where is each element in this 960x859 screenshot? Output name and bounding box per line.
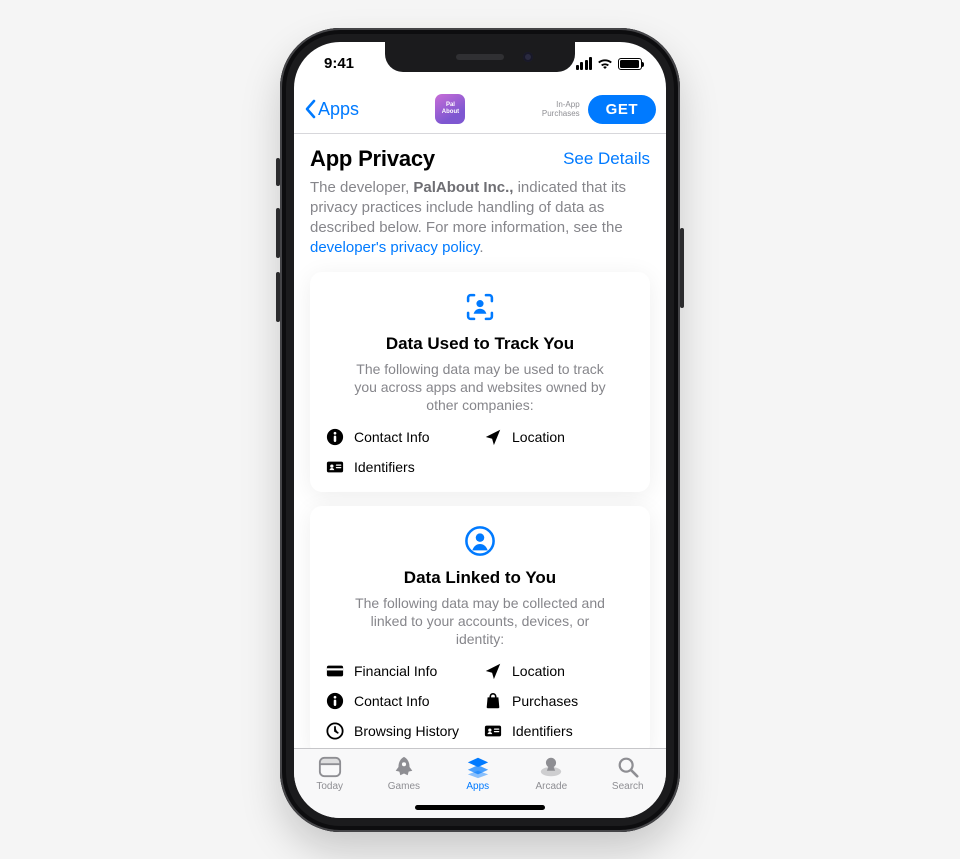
page-title: App Privacy <box>310 146 435 172</box>
data-item-financial-info: Financial Info <box>326 662 476 680</box>
id-card-icon <box>484 722 502 740</box>
track-you-icon <box>326 290 634 324</box>
volume-up-button[interactable] <box>276 208 280 258</box>
tab-bar: Today Games Apps <box>294 748 666 818</box>
mute-switch[interactable] <box>276 158 280 186</box>
tab-arcade[interactable]: Arcade <box>535 755 567 792</box>
back-label: Apps <box>318 99 359 120</box>
card-data-used-to-track-you: Data Used to Track You The following dat… <box>310 272 650 492</box>
app-icon[interactable]: Pal About <box>435 94 465 124</box>
shopping-bag-icon <box>484 692 502 710</box>
privacy-description: The developer, PalAbout Inc., indicated … <box>310 178 650 258</box>
data-item-location: Location <box>484 428 634 446</box>
apps-stack-icon <box>465 755 491 779</box>
card-title-track: Data Used to Track You <box>326 334 634 354</box>
location-icon <box>484 662 502 680</box>
privacy-policy-link[interactable]: developer's privacy policy <box>310 239 479 256</box>
get-button[interactable]: GET <box>588 95 656 124</box>
credit-card-icon <box>326 662 344 680</box>
tab-apps[interactable]: Apps <box>465 755 491 792</box>
clock-icon <box>326 722 344 740</box>
phone-frame: 9:41 Apps <box>280 28 680 832</box>
data-item-identifiers: Identifiers <box>326 458 476 476</box>
content-area: App Privacy See Details The developer, P… <box>294 134 666 748</box>
card-subtitle-linked: The following data may be collected and … <box>345 594 615 648</box>
arcade-icon <box>538 755 564 779</box>
linked-to-you-icon <box>326 524 634 558</box>
nav-bar: Apps Pal About In-App Purchases GET <box>294 86 666 134</box>
card-data-linked-to-you: Data Linked to You The following data ma… <box>310 506 650 748</box>
id-card-icon <box>326 458 344 476</box>
data-item-browsing-history: Browsing History <box>326 722 476 740</box>
notch <box>385 42 575 72</box>
back-button[interactable]: Apps <box>304 99 359 120</box>
tab-games[interactable]: Games <box>388 755 420 792</box>
volume-down-button[interactable] <box>276 272 280 322</box>
info-icon <box>326 428 344 446</box>
data-item-location: Location <box>484 662 634 680</box>
see-details-link[interactable]: See Details <box>563 149 650 169</box>
data-item-purchases: Purchases <box>484 692 634 710</box>
cellular-signal-icon <box>576 57 593 70</box>
tab-today[interactable]: Today <box>316 755 343 792</box>
battery-icon <box>618 58 642 70</box>
in-app-purchase-label: In-App Purchases <box>542 100 580 118</box>
speaker-grille <box>456 54 504 60</box>
phone-screen: 9:41 Apps <box>294 42 666 818</box>
app-icon-text-bottom: About <box>442 109 459 116</box>
today-icon <box>317 755 343 779</box>
data-item-contact-info: Contact Info <box>326 692 476 710</box>
power-button[interactable] <box>680 228 684 308</box>
rocket-icon <box>391 755 417 779</box>
search-icon <box>615 755 641 779</box>
front-camera <box>523 52 533 62</box>
data-item-identifiers: Identifiers <box>484 722 634 740</box>
data-item-contact-info: Contact Info <box>326 428 476 446</box>
home-indicator[interactable] <box>415 805 545 810</box>
chevron-left-icon <box>304 99 318 119</box>
app-icon-text-top: Pal <box>446 102 455 109</box>
wifi-icon <box>597 58 613 70</box>
status-time: 9:41 <box>324 55 354 72</box>
developer-name: PalAbout Inc., <box>413 179 513 196</box>
tab-search[interactable]: Search <box>612 755 644 792</box>
card-title-linked: Data Linked to You <box>326 568 634 588</box>
location-icon <box>484 428 502 446</box>
card-subtitle-track: The following data may be used to track … <box>345 360 615 414</box>
info-icon <box>326 692 344 710</box>
